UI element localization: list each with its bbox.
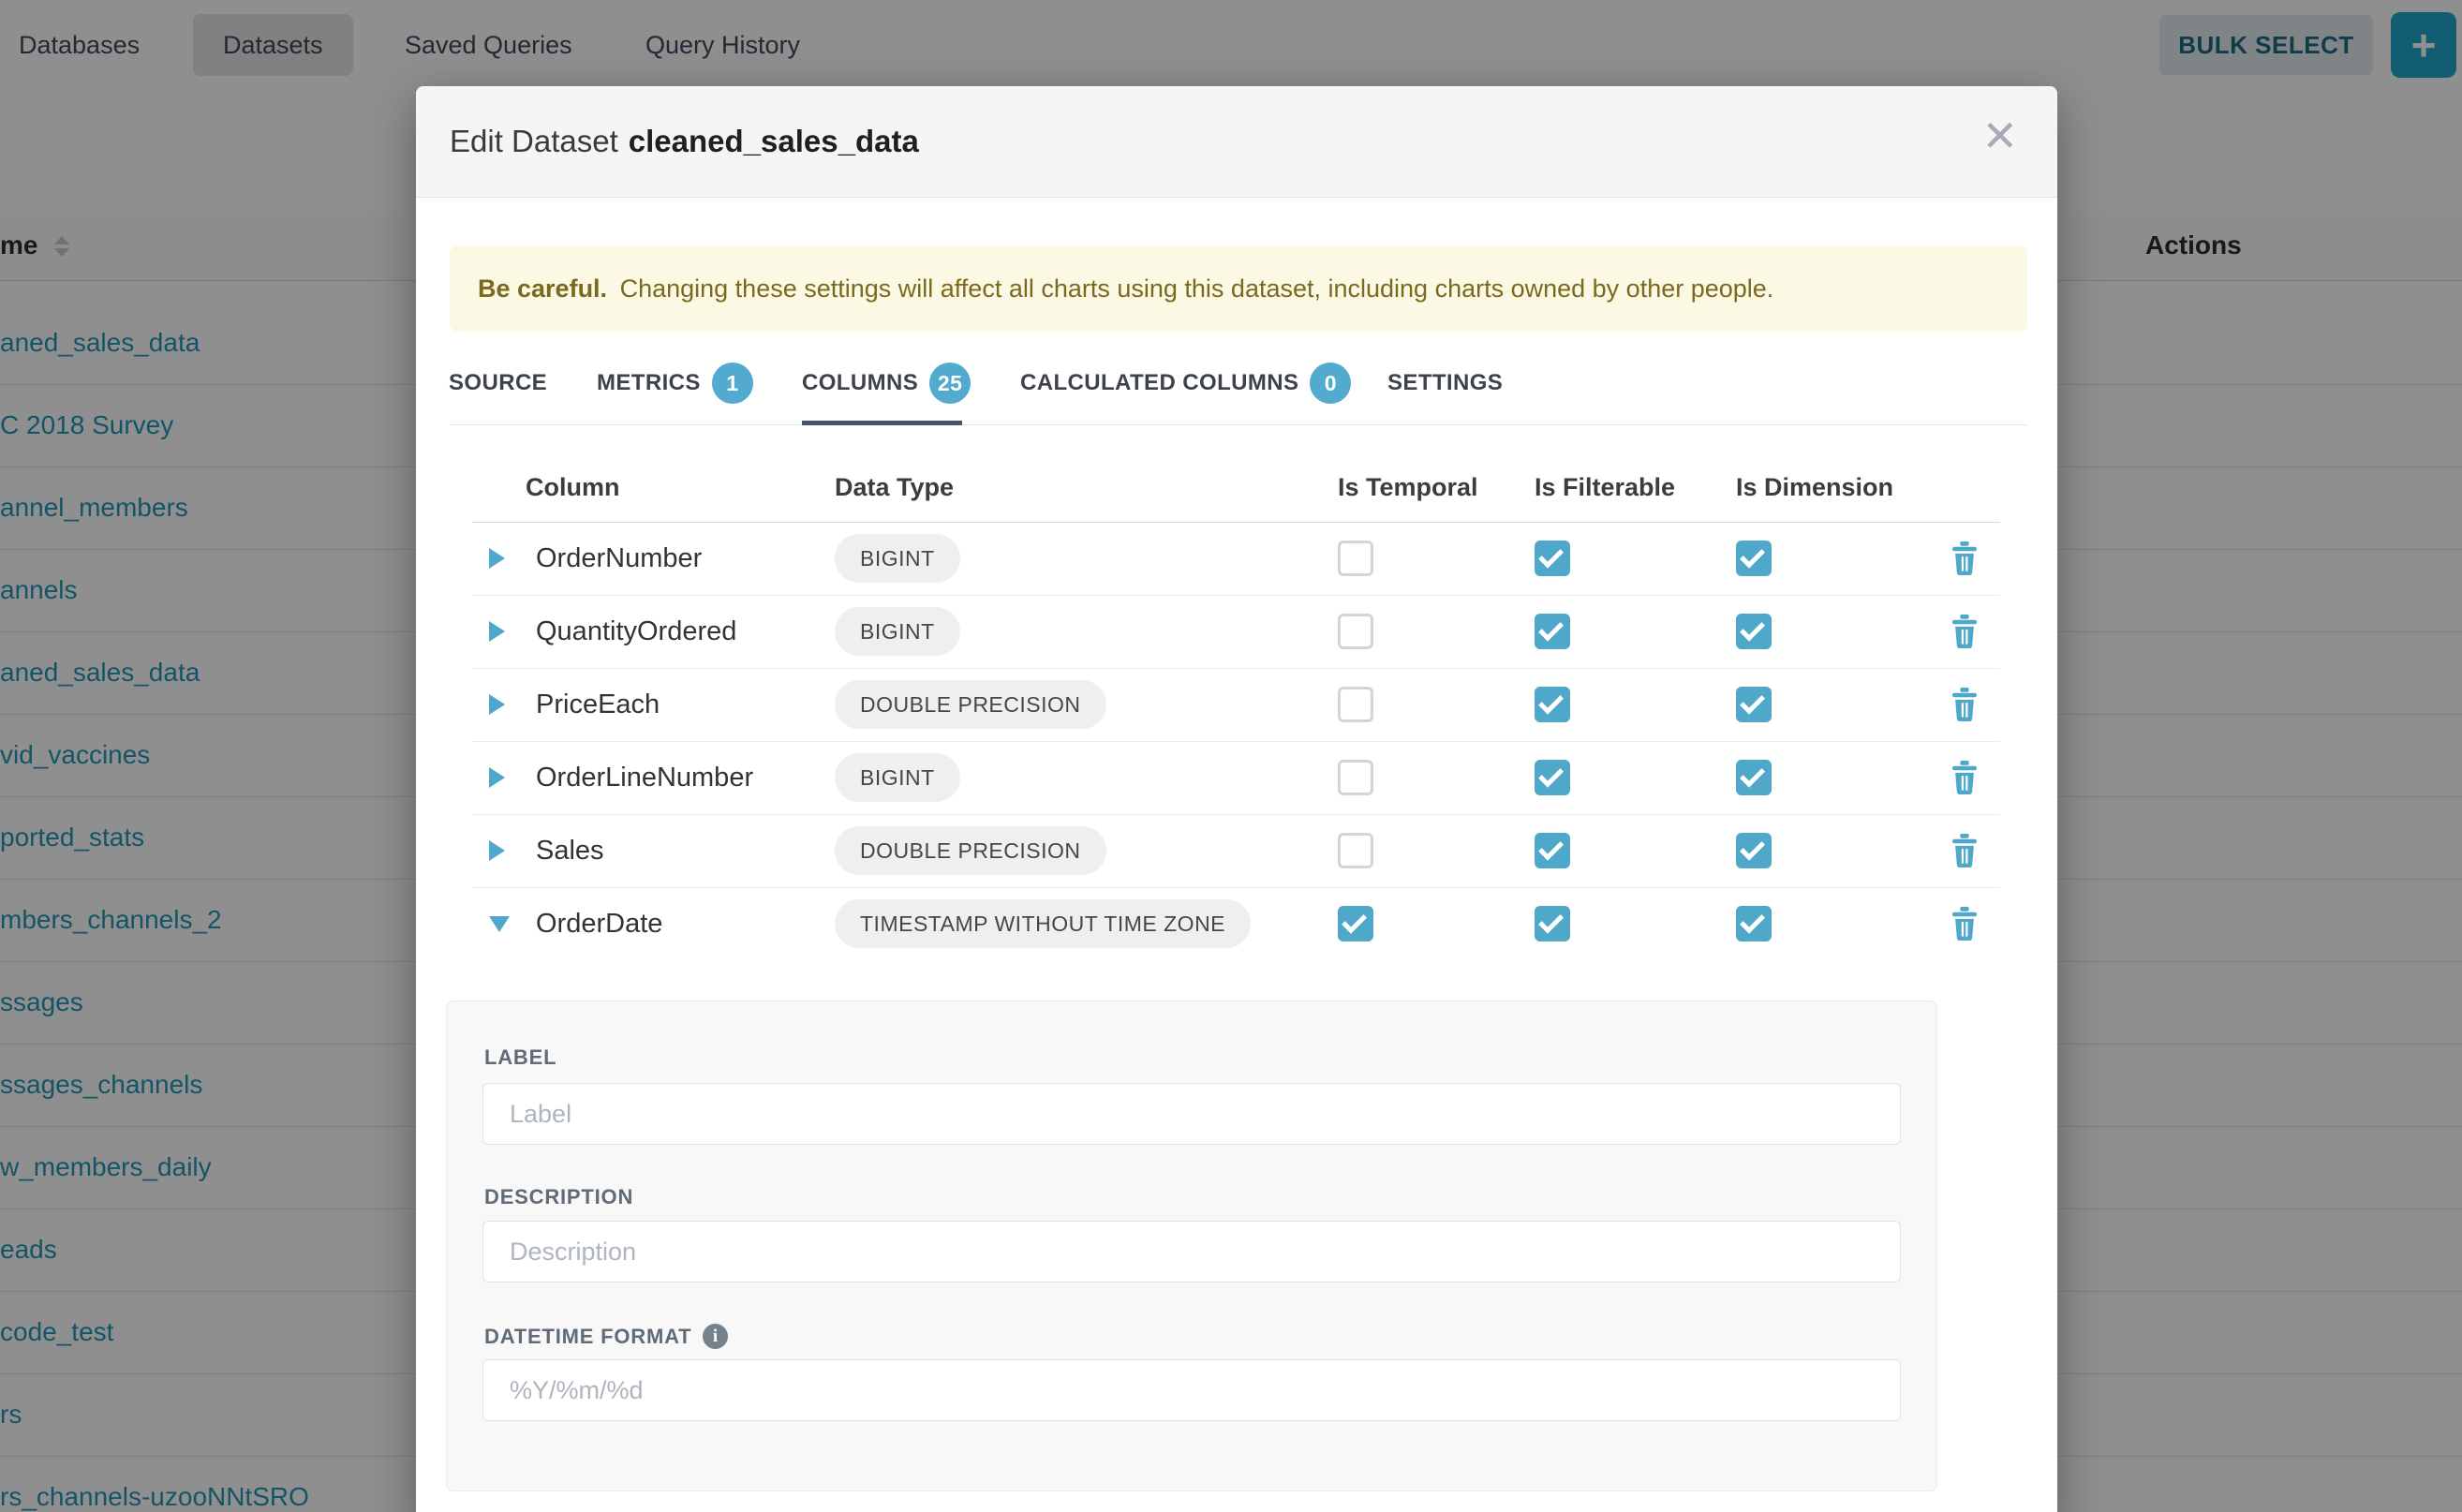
column-header-data-type: Data Type: [835, 473, 954, 502]
modal-header: Edit Dataset cleaned_sales_data ✕: [416, 86, 2057, 198]
edit-dataset-modal: Edit Dataset cleaned_sales_data ✕ Be car…: [416, 86, 2057, 1512]
field-label-description: DESCRIPTION: [484, 1185, 633, 1209]
column-name: QuantityOrdered: [536, 616, 736, 647]
is-filterable-checkbox[interactable]: [1535, 760, 1570, 795]
tab-calculated-columns[interactable]: CALCULATED COLUMNS 0: [1020, 353, 1351, 413]
modal-title: Edit Dataset cleaned_sales_data: [450, 86, 919, 197]
column-name: OrderDate: [536, 909, 662, 940]
is-dimension-checkbox[interactable]: [1736, 833, 1772, 868]
field-label-datetime-format: DATETIME FORMAT i: [484, 1324, 728, 1349]
column-header-is-filterable: Is Filterable: [1535, 473, 1675, 502]
column-row-Sales: Sales DOUBLE PRECISION: [416, 814, 2057, 887]
column-header-column: Column: [526, 473, 620, 502]
tab-source[interactable]: SOURCE: [449, 353, 547, 413]
description-input[interactable]: [482, 1221, 1901, 1282]
is-dimension-checkbox[interactable]: [1736, 760, 1772, 795]
column-name: Sales: [536, 836, 604, 867]
data-type-pill: BIGINT: [835, 753, 960, 802]
warning-banner: Be careful. Changing these settings will…: [450, 245, 2027, 332]
expand-caret-icon[interactable]: [489, 840, 505, 861]
label-input[interactable]: [482, 1083, 1901, 1145]
delete-column-trash-icon[interactable]: [1950, 614, 1980, 654]
tab-metrics[interactable]: METRICS 1: [597, 353, 753, 413]
is-filterable-checkbox[interactable]: [1535, 687, 1570, 722]
data-type-pill: BIGINT: [835, 534, 960, 583]
tab-label: COLUMNS: [802, 370, 918, 396]
is-temporal-checkbox[interactable]: [1338, 687, 1373, 722]
field-label-text: DATETIME FORMAT: [484, 1325, 691, 1349]
expand-caret-icon[interactable]: [489, 694, 505, 715]
field-label-text: LABEL: [484, 1045, 556, 1070]
is-temporal-checkbox[interactable]: [1338, 541, 1373, 576]
screen: DatabasesDatasetsSaved QueriesQuery Hist…: [0, 0, 2462, 1512]
tab-label: SETTINGS: [1387, 370, 1503, 396]
data-type-pill: TIMESTAMP WITHOUT TIME ZONE: [835, 899, 1251, 948]
expand-caret-icon[interactable]: [489, 767, 505, 788]
data-type-pill: DOUBLE PRECISION: [835, 826, 1106, 875]
delete-column-trash-icon[interactable]: [1950, 687, 1980, 727]
is-temporal-checkbox[interactable]: [1338, 833, 1373, 868]
column-row-OrderLineNumber: OrderLineNumber BIGINT: [416, 741, 2057, 814]
expand-caret-icon[interactable]: [489, 548, 505, 569]
is-filterable-checkbox[interactable]: [1535, 541, 1570, 576]
tab-settings[interactable]: SETTINGS: [1387, 353, 1503, 413]
is-temporal-checkbox[interactable]: [1338, 614, 1373, 649]
tab-count-badge: 1: [712, 363, 753, 404]
column-name: OrderLineNumber: [536, 763, 753, 793]
is-temporal-checkbox[interactable]: [1338, 760, 1373, 795]
active-tab-underline: [802, 421, 962, 425]
column-row-QuantityOrdered: QuantityOrdered BIGINT: [416, 595, 2057, 668]
close-icon[interactable]: ✕: [1981, 114, 2018, 157]
delete-column-trash-icon[interactable]: [1950, 906, 1980, 946]
tab-label: SOURCE: [449, 370, 547, 396]
column-detail-panel: LABEL DESCRIPTION DATETIME FORMAT i: [446, 1001, 1937, 1491]
delete-column-trash-icon[interactable]: [1950, 541, 1980, 581]
delete-column-trash-icon[interactable]: [1950, 833, 1980, 873]
field-label-label: LABEL: [484, 1045, 556, 1070]
collapse-caret-icon[interactable]: [489, 916, 510, 932]
is-dimension-checkbox[interactable]: [1736, 614, 1772, 649]
modal-title-prefix: Edit Dataset: [450, 124, 618, 159]
tabs-divider: [450, 424, 2027, 425]
column-header-is-dimension: Is Dimension: [1736, 473, 1893, 502]
column-row-OrderNumber: OrderNumber BIGINT: [416, 522, 2057, 595]
is-temporal-checkbox[interactable]: [1338, 906, 1373, 941]
tab-label: CALCULATED COLUMNS: [1020, 370, 1298, 396]
info-icon[interactable]: i: [703, 1324, 728, 1349]
tab-columns[interactable]: COLUMNS 25: [802, 353, 971, 413]
is-filterable-checkbox[interactable]: [1535, 614, 1570, 649]
data-type-pill: DOUBLE PRECISION: [835, 680, 1106, 729]
warning-text: Changing these settings will affect all …: [620, 274, 1774, 303]
tab-count-badge: 0: [1310, 363, 1351, 404]
modal-title-dataset-name: cleaned_sales_data: [629, 124, 919, 159]
data-type-pill: BIGINT: [835, 607, 960, 656]
is-dimension-checkbox[interactable]: [1736, 687, 1772, 722]
tab-count-badge: 25: [929, 363, 971, 404]
is-dimension-checkbox[interactable]: [1736, 541, 1772, 576]
column-name: PriceEach: [536, 689, 660, 720]
tab-label: METRICS: [597, 370, 701, 396]
expand-caret-icon[interactable]: [489, 621, 505, 642]
column-row-PriceEach: PriceEach DOUBLE PRECISION: [416, 668, 2057, 741]
column-header-is-temporal: Is Temporal: [1338, 473, 1478, 502]
datetime-format-input[interactable]: [482, 1359, 1901, 1421]
field-label-text: DESCRIPTION: [484, 1185, 633, 1209]
is-filterable-checkbox[interactable]: [1535, 833, 1570, 868]
delete-column-trash-icon[interactable]: [1950, 760, 1980, 800]
column-name: OrderNumber: [536, 543, 702, 574]
is-filterable-checkbox[interactable]: [1535, 906, 1570, 941]
column-row-OrderDate: OrderDate TIMESTAMP WITHOUT TIME ZONE: [416, 887, 2057, 960]
warning-bold: Be careful.: [478, 274, 607, 303]
is-dimension-checkbox[interactable]: [1736, 906, 1772, 941]
